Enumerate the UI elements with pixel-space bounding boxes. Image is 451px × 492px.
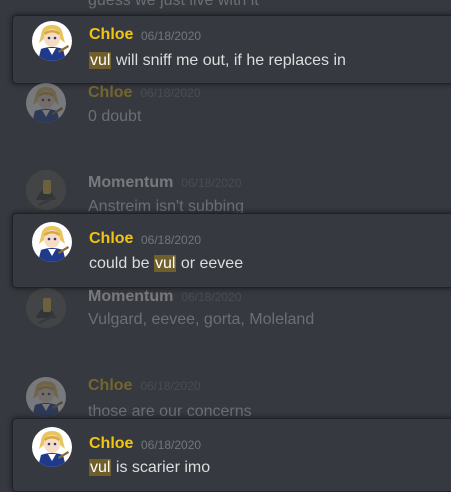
author-label: Momentum xyxy=(88,174,174,191)
message-card[interactable]: Chloe 06/18/2020 vul will sniff me out, … xyxy=(12,15,451,84)
avatar xyxy=(26,170,66,210)
author-name: Momentum 06/18/2020 xyxy=(88,287,241,307)
chloe-avatar-icon xyxy=(26,83,66,123)
message-pre: could be xyxy=(89,255,154,272)
timestamp: 06/18/2020 xyxy=(140,379,201,393)
chloe-avatar-icon xyxy=(26,377,66,417)
author-name[interactable]: Chloe xyxy=(89,434,133,454)
author-name: Momentum 06/18/2020 xyxy=(88,173,241,193)
message-text: 0 doubt xyxy=(88,108,142,125)
timestamp: 06/18/2020 xyxy=(181,176,242,190)
author-name: Chloe 06/18/2020 xyxy=(88,83,201,103)
message-text: vul will sniff me out, if he replaces in xyxy=(89,51,346,71)
avatar xyxy=(26,377,66,417)
timestamp: 06/18/2020 xyxy=(141,233,202,247)
avatar xyxy=(26,83,66,123)
message-text: could be vul or eevee xyxy=(89,254,243,274)
momentum-avatar-icon xyxy=(26,170,66,210)
timestamp: 06/18/2020 xyxy=(181,290,242,304)
author-name: Chloe 06/18/2020 xyxy=(88,376,201,396)
context-message: Momentum 06/18/2020 Vulgard, eevee, gorta… xyxy=(0,286,451,336)
author-name[interactable]: Chloe xyxy=(89,229,133,249)
timestamp: 06/18/2020 xyxy=(141,438,202,452)
context-message: Chloe 06/18/2020 0 doubt xyxy=(0,80,451,130)
chloe-avatar-icon xyxy=(32,21,72,61)
author-label: Chloe xyxy=(88,84,133,101)
context-message: Chloe 06/18/2020 those are our concerns xyxy=(0,375,451,420)
message-card[interactable]: Chloe 06/18/2020 vul is scarier imo xyxy=(12,418,451,492)
message-post: will sniff me out, if he replaces in xyxy=(111,52,346,69)
avatar xyxy=(26,288,66,328)
timestamp: 06/18/2020 xyxy=(141,29,202,43)
search-highlight: vul xyxy=(89,52,112,69)
avatar[interactable] xyxy=(32,222,72,262)
author-label: Chloe xyxy=(88,377,133,394)
message-card[interactable]: Chloe 06/18/2020 could be vul or eevee xyxy=(12,213,451,288)
message-fragment: guess we just live with it xyxy=(88,0,259,9)
timestamp: 06/18/2020 xyxy=(140,86,201,100)
chloe-avatar-icon xyxy=(32,222,72,262)
message-text: vul is scarier imo xyxy=(89,458,210,478)
context-message: Momentum 06/18/2020 Anstreim isn't subbin… xyxy=(0,170,451,215)
message-post: is scarier imo xyxy=(111,459,211,476)
avatar[interactable] xyxy=(32,427,72,467)
chloe-avatar-icon xyxy=(32,427,72,467)
message-text: Vulgard, eevee, gorta, Moleland xyxy=(88,311,315,328)
momentum-avatar-icon xyxy=(26,288,66,328)
search-highlight: vul xyxy=(89,459,112,476)
author-name[interactable]: Chloe xyxy=(89,25,133,45)
author-label: Momentum xyxy=(88,288,174,305)
search-highlight: vul xyxy=(153,255,177,272)
message-post: or eevee xyxy=(176,255,244,272)
avatar[interactable] xyxy=(32,21,72,61)
